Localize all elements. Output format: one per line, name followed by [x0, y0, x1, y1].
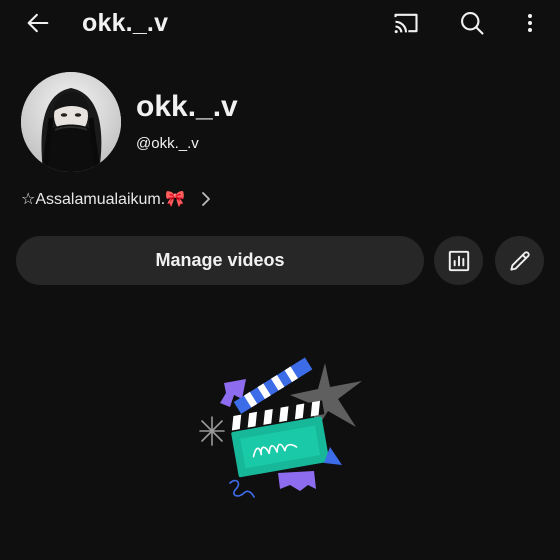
cast-icon — [394, 13, 418, 34]
channel-name: okk._.v — [136, 90, 238, 123]
cast-button[interactable] — [386, 3, 426, 43]
channel-description[interactable]: ☆Assalamualaikum.🎀 — [21, 186, 213, 212]
avatar[interactable] — [21, 72, 121, 172]
clapperboard-illustration — [190, 355, 370, 500]
search-icon — [461, 12, 484, 35]
analytics-button[interactable] — [434, 236, 483, 285]
analytics-icon — [448, 250, 469, 271]
page-title: okk._.v — [82, 9, 169, 37]
manage-videos-button[interactable]: Manage videos — [16, 236, 424, 285]
chevron-right-icon — [199, 190, 213, 208]
channel-page: okk._.v okk._.v @okk._.v ☆Assalamualaiku… — [0, 0, 560, 560]
pencil-icon — [509, 250, 530, 271]
back-button[interactable] — [18, 3, 58, 43]
top-app-bar: okk._.v — [0, 0, 560, 48]
more-vert-icon — [528, 14, 532, 32]
back-arrow-icon — [27, 13, 49, 33]
channel-handle: @okk._.v — [136, 135, 199, 152]
avatar-image — [21, 72, 121, 172]
description-text: ☆Assalamualaikum.🎀 — [21, 191, 186, 208]
search-button[interactable] — [452, 3, 492, 43]
more-options-button[interactable] — [510, 3, 550, 43]
manage-videos-label: Manage videos — [155, 250, 285, 270]
edit-channel-button[interactable] — [495, 236, 544, 285]
